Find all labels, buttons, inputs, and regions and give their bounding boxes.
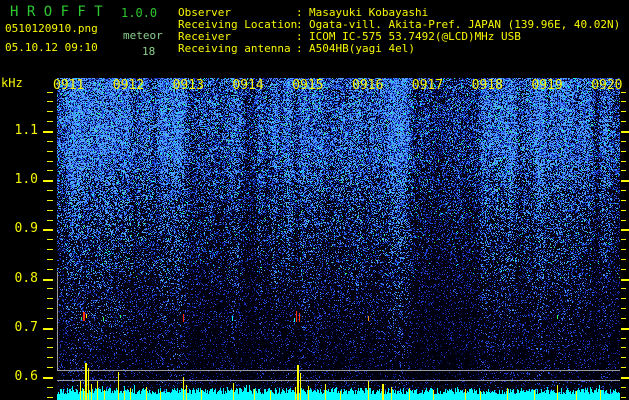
freq-label: 0.8	[14, 270, 38, 286]
observation-datetime: 05.10.12 09:10	[5, 41, 98, 54]
tick-mark	[47, 190, 53, 191]
tick-mark	[47, 387, 53, 388]
tick-mark	[47, 269, 53, 270]
tick-mark	[621, 170, 626, 171]
tick-mark	[621, 121, 626, 122]
tick-mark	[621, 338, 626, 339]
tick-mark	[621, 387, 626, 388]
freq-label: 1.0	[14, 172, 38, 188]
tick-mark	[621, 269, 626, 270]
tick-mark	[47, 249, 53, 250]
tick-mark	[47, 92, 53, 93]
tick-mark	[621, 229, 629, 231]
tick-mark	[621, 131, 629, 133]
tick-mark	[47, 239, 53, 240]
tick-mark	[621, 151, 626, 152]
tick-mark	[47, 397, 53, 398]
freq-label: 0.9	[14, 221, 38, 237]
freq-label: 1.1	[14, 123, 38, 138]
tick-mark	[621, 141, 626, 142]
tick-mark	[621, 210, 626, 211]
tick-mark	[621, 298, 626, 299]
tick-mark	[47, 298, 53, 299]
tick-mark	[43, 328, 53, 330]
tick-mark	[43, 377, 53, 379]
tick-mark	[47, 200, 53, 201]
tick-mark	[43, 180, 53, 182]
tick-mark	[621, 200, 626, 201]
tick-mark	[621, 92, 626, 93]
meteor-count: 18	[142, 45, 156, 58]
tick-mark	[47, 288, 53, 289]
spectrogram-canvas	[57, 78, 620, 400]
info-colon: :	[296, 42, 303, 55]
tick-mark	[47, 357, 53, 358]
tick-mark	[47, 161, 53, 162]
freq-label: 0.7	[14, 319, 38, 335]
tick-mark	[621, 308, 626, 309]
tick-mark	[621, 239, 626, 240]
tick-mark	[47, 338, 53, 339]
info-value: A504HB(yagi 4el)	[309, 42, 415, 55]
tick-mark	[43, 229, 53, 231]
tick-mark	[621, 367, 626, 368]
frequency-unit-label: kHz	[1, 76, 23, 90]
info-row-antenna: Receiving antenna: A504HB(yagi 4el)	[178, 43, 415, 55]
tick-mark	[621, 101, 626, 102]
tick-mark	[621, 397, 626, 398]
tick-mark	[621, 259, 626, 260]
hrofft-window: { "header": { "title": "H R O F F T", "v…	[0, 0, 629, 400]
tick-mark	[621, 288, 626, 289]
tick-mark	[47, 210, 53, 211]
tick-mark	[47, 141, 53, 142]
tick-mark	[621, 190, 626, 191]
tick-mark	[47, 308, 53, 309]
tick-mark	[47, 121, 53, 122]
tick-mark	[47, 367, 53, 368]
tick-mark	[621, 249, 626, 250]
freq-label: 0.6	[14, 369, 38, 384]
tick-mark	[621, 318, 626, 319]
tick-mark	[621, 328, 629, 330]
tick-mark	[47, 101, 53, 102]
tick-mark	[47, 318, 53, 319]
tick-mark	[621, 111, 626, 112]
tick-mark	[47, 151, 53, 152]
tick-mark	[621, 279, 629, 281]
tick-mark	[43, 131, 53, 133]
tick-mark	[621, 220, 626, 221]
tick-mark	[47, 347, 53, 348]
output-filename: 0510120910.png	[5, 22, 98, 35]
tick-mark	[621, 161, 626, 162]
app-title: H R O F F T	[10, 4, 103, 20]
tick-mark	[621, 347, 626, 348]
tick-mark	[621, 377, 629, 379]
app-version: 1.0.0	[121, 6, 158, 20]
tick-mark	[47, 259, 53, 260]
info-label: Receiving antenna	[178, 42, 291, 55]
tick-mark	[621, 357, 626, 358]
tick-mark	[47, 220, 53, 221]
tick-mark	[621, 180, 629, 182]
tick-mark	[47, 111, 53, 112]
tick-mark	[43, 279, 53, 281]
tick-mark	[47, 170, 53, 171]
meteor-mode-label: meteor	[123, 29, 163, 42]
